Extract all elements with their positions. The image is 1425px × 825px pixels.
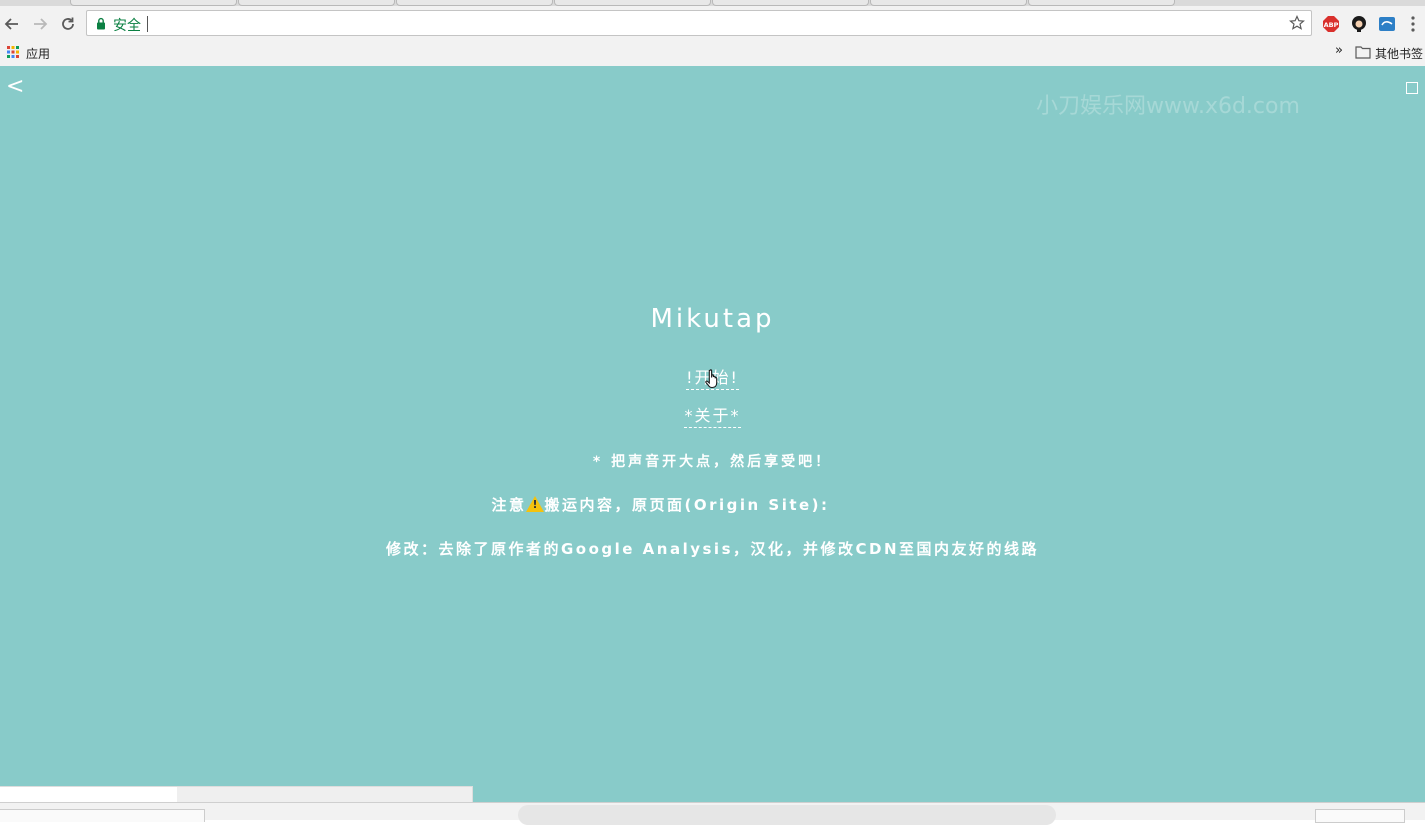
modifications-note: 修改：去除了原作者的Google Analysis，汉化，并修改CDN至国内友好… <box>385 540 1040 558</box>
folder-icon <box>1355 46 1371 59</box>
notice-text: 注意搬运内容，原页面(Origin Site): <box>491 494 829 515</box>
bookmarks-overflow-chevron[interactable]: » <box>1335 43 1343 58</box>
watermark-text: 小刀娱乐网www.x6d.com <box>1036 94 1300 119</box>
page-back-button[interactable]: < <box>6 74 24 100</box>
show-all-downloads-button[interactable] <box>1315 809 1405 823</box>
notice-prefix: 注意 <box>491 496 527 514</box>
browser-tab[interactable] <box>870 0 1027 6</box>
lock-icon <box>97 17 105 30</box>
reload-button[interactable] <box>58 14 78 34</box>
navigation-toolbar: 安全 ABP <box>0 7 1425 41</box>
arrow-right-icon <box>34 18 48 30</box>
browser-tab[interactable] <box>712 0 869 6</box>
mikutap-page[interactable]: < 小刀娱乐网www.x6d.com Mikutap !开始! *关于* * 把… <box>0 66 1425 802</box>
avatar-extension-icon[interactable] <box>1350 15 1368 33</box>
star-icon[interactable] <box>1289 15 1305 31</box>
arrow-left-icon <box>4 18 18 30</box>
apps-grid-icon[interactable] <box>7 46 19 58</box>
back-button[interactable] <box>2 14 22 34</box>
text-caret <box>147 16 148 32</box>
abp-icon[interactable]: ABP <box>1322 15 1340 33</box>
loading-progress-bar <box>0 786 473 802</box>
about-link[interactable]: *关于* <box>684 402 741 428</box>
browser-tab[interactable] <box>238 0 395 6</box>
browser-tab[interactable] <box>1028 0 1175 6</box>
browser-toolbar-area: 安全 ABP 应用 » 其他书签 <box>0 0 1425 67</box>
forward-button[interactable] <box>30 14 50 34</box>
browser-tab[interactable] <box>396 0 553 6</box>
hand-cursor-icon <box>705 369 718 389</box>
reload-icon <box>62 17 74 30</box>
download-item[interactable] <box>0 809 205 822</box>
browser-tab[interactable] <box>554 0 711 6</box>
apps-bookmark[interactable]: 应用 <box>26 45 50 62</box>
warning-icon <box>526 496 545 512</box>
address-bar[interactable]: 安全 <box>86 10 1312 36</box>
loading-progress-fill <box>0 787 177 802</box>
fullscreen-icon[interactable] <box>1406 82 1418 94</box>
download-shelf <box>0 802 1425 825</box>
page-title: Mikutap <box>650 304 775 334</box>
browser-tab[interactable] <box>70 0 237 6</box>
about-link-row: *关于* <box>0 402 1425 428</box>
tab-strip <box>0 0 1425 6</box>
svg-text:ABP: ABP <box>1324 21 1339 29</box>
notice-suffix: 搬运内容，原页面(Origin Site): <box>544 496 830 514</box>
download-shelf-center <box>518 805 1056 825</box>
bookmarks-bar: 应用 » 其他书签 <box>0 41 1425 65</box>
other-bookmarks-folder[interactable]: 其他书签 <box>1375 45 1423 62</box>
security-status-label: 安全 <box>113 18 141 34</box>
screenshot-extension-icon[interactable] <box>1378 15 1396 33</box>
notice-row: 注意搬运内容，原页面(Origin Site): <box>0 494 1425 515</box>
volume-hint: * 把声音开大点，然后享受吧！ <box>592 454 833 470</box>
kebab-menu-icon[interactable] <box>1406 15 1420 33</box>
